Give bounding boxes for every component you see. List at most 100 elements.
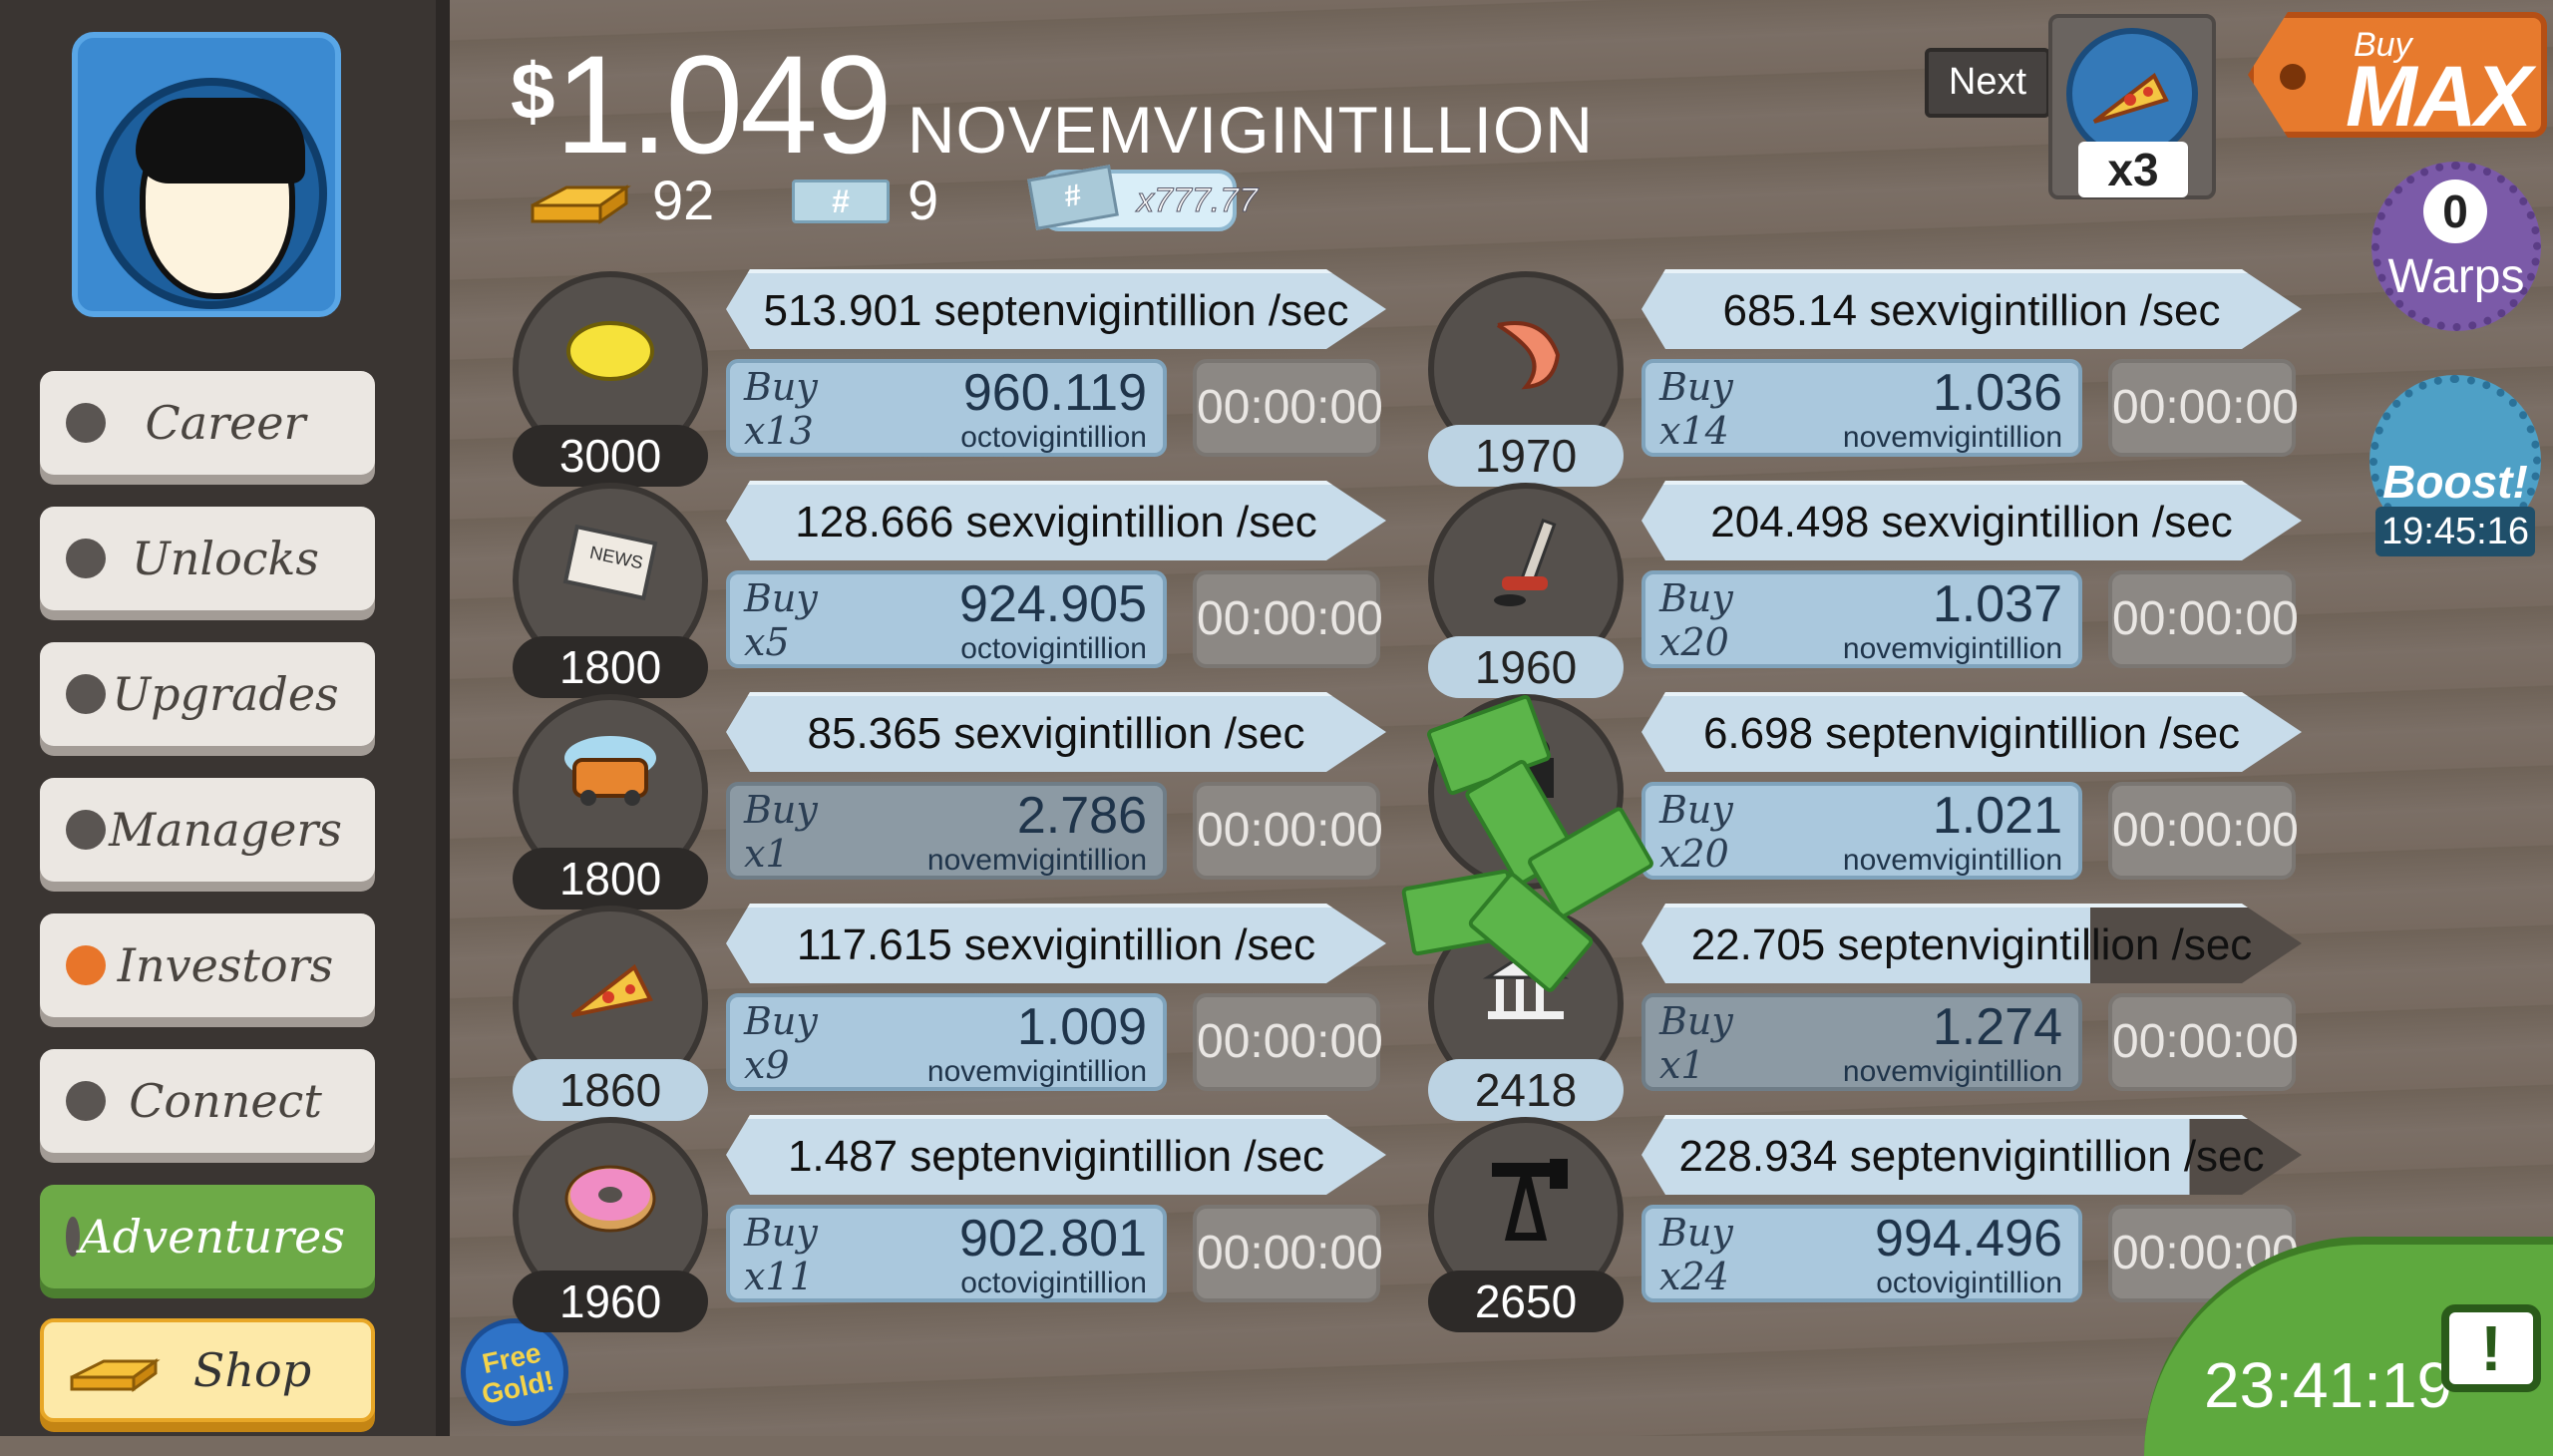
business-icon-button[interactable]: 2650 xyxy=(1428,1117,1624,1332)
ticket-multiplier: x777.77 xyxy=(1137,182,1259,220)
status-dot-icon xyxy=(66,1217,80,1257)
buy-cost-value: 1.021 xyxy=(1932,787,2062,845)
warps-badge[interactable]: 0 Warps xyxy=(2371,152,2541,333)
warps-count: 0 xyxy=(2423,180,2487,243)
buy-cost-value: 1.037 xyxy=(1932,575,2062,633)
business-timer: 00:00:00 xyxy=(2108,359,2299,457)
megabucks-icon: # xyxy=(792,180,890,223)
money-display: $1.049 NOVEMVIGINTILLION xyxy=(511,24,1594,185)
business-timer: 00:00:00 xyxy=(1193,993,1383,1091)
avatar[interactable] xyxy=(72,32,341,317)
business-buy-button[interactable]: Buy x20 1.021 novemvigintillion xyxy=(1641,782,2082,880)
nav-unlocks-button[interactable]: Unlocks xyxy=(40,507,375,610)
business-buy-button[interactable]: Buy x1 2.786 novemvigintillion xyxy=(726,782,1167,880)
nav-label: Managers xyxy=(109,803,342,857)
business-buy-button[interactable]: Buy x5 924.905 octovigintillion xyxy=(726,570,1167,668)
tv-ad-button[interactable]: ! xyxy=(2441,1304,2541,1392)
business-rate-text: 513.901 septenvigintillion /sec xyxy=(763,286,1349,335)
boost-badge[interactable]: Boost! 19:45:16 xyxy=(2366,375,2545,556)
nav-label: Connect xyxy=(129,1074,322,1128)
next-multiplier-button[interactable]: Next xyxy=(1925,48,2050,118)
buy-cost-unit: octovigintillion xyxy=(960,421,1147,454)
buy-label: Buy xyxy=(1659,788,1733,832)
multiplier-label: x3 xyxy=(2078,142,2188,197)
business-buy-button[interactable]: Buy x1 1.274 novemvigintillion xyxy=(1641,993,2082,1091)
buy-quantity: x20 xyxy=(1659,832,1729,876)
business-buy-button[interactable]: Buy x14 1.036 novemvigintillion xyxy=(1641,359,2082,457)
nav-label: Investors xyxy=(117,938,334,992)
status-dot-icon xyxy=(66,1081,106,1121)
business-icon-button[interactable]: 1860 xyxy=(513,906,708,1121)
business-rate-text: 685.14 sexvigintillion /sec xyxy=(1722,286,2221,335)
business-rate-banner: 117.615 sexvigintillion /sec xyxy=(726,904,1386,983)
business-owned-count: 1970 xyxy=(1428,425,1624,487)
nav-career-button[interactable]: Career xyxy=(40,371,375,475)
business-buy-button[interactable]: Buy x20 1.037 novemvigintillion xyxy=(1641,570,2082,668)
buy-multiplier-button[interactable]: x3 xyxy=(2048,14,2216,199)
status-dot-icon xyxy=(66,810,106,850)
business-rate-text: 204.498 sexvigintillion /sec xyxy=(1710,498,2233,546)
buy-quantity: x14 xyxy=(1659,409,1729,453)
business-buy-button[interactable]: Buy x11 902.801 octovigintillion xyxy=(726,1205,1167,1302)
buy-quantity: x5 xyxy=(744,620,790,664)
nav-label: Unlocks xyxy=(131,532,320,585)
buy-cost-value: 960.119 xyxy=(962,364,1147,422)
nav-investors-button[interactable]: Investors xyxy=(40,913,375,1017)
business-buy-button[interactable]: Buy x24 994.496 octovigintillion xyxy=(1641,1205,2082,1302)
buy-quantity: x11 xyxy=(744,1255,814,1298)
money-unit: NOVEMVIGINTILLION xyxy=(907,93,1594,167)
buy-quantity: x20 xyxy=(1659,620,1729,664)
pizza-icon xyxy=(570,963,653,1017)
status-dot-icon xyxy=(66,403,106,443)
buy-label: Buy xyxy=(1659,365,1733,409)
buy-label: Buy xyxy=(1659,576,1733,620)
buy-cost-value: 994.496 xyxy=(1875,1210,2062,1268)
buy-label: Buy xyxy=(744,999,818,1043)
business-rate-banner: 228.934 septenvigintillion /sec xyxy=(1641,1115,2302,1195)
buy-label: Buy xyxy=(744,788,818,832)
nav-connect-button[interactable]: Connect xyxy=(40,1049,375,1153)
business-timer: 00:00:00 xyxy=(1193,782,1383,880)
business-buy-button[interactable]: Buy x13 960.119 octovigintillion xyxy=(726,359,1167,457)
business-rate-text: 85.365 sexvigintillion /sec xyxy=(807,709,1305,758)
business-rate-text: 6.698 septenvigintillion /sec xyxy=(1702,709,2241,758)
buy-label: Buy xyxy=(744,1211,818,1255)
business-rate-banner: 85.365 sexvigintillion /sec xyxy=(726,692,1386,772)
money-value: 1.049 xyxy=(554,26,893,182)
buy-cost-value: 1.009 xyxy=(1016,998,1147,1056)
buy-label: Buy xyxy=(744,365,818,409)
buy-quantity: x13 xyxy=(744,409,814,453)
business-icon-button[interactable]: 1960 xyxy=(1428,483,1624,698)
nav-managers-button[interactable]: Managers xyxy=(40,778,375,882)
business-rate-text: 228.934 septenvigintillion /sec xyxy=(1678,1132,2265,1181)
business-icon-button[interactable]: 1800 xyxy=(513,694,708,910)
buy-max-button[interactable]: Buy MAX xyxy=(2248,12,2547,138)
business-rate-text: 1.487 septenvigintillion /sec xyxy=(787,1132,1325,1181)
business-rate-banner: 513.901 septenvigintillion /sec xyxy=(726,269,1386,349)
buy-cost-unit: novemvigintillion xyxy=(1842,844,2062,877)
nav-upgrades-button[interactable]: Upgrades xyxy=(40,642,375,746)
buy-cost-value: 924.905 xyxy=(959,575,1147,633)
buy-quantity: x9 xyxy=(744,1043,790,1087)
buy-cost-unit: novemvigintillion xyxy=(926,1055,1147,1088)
business-rate-banner: 22.705 septenvigintillion /sec xyxy=(1641,904,2302,983)
business-timer: 00:00:00 xyxy=(2108,993,2299,1091)
business-rate-banner: 204.498 sexvigintillion /sec xyxy=(1641,481,2302,560)
business-buy-button[interactable]: Buy x9 1.009 novemvigintillion xyxy=(726,993,1167,1091)
business-timer: 00:00:00 xyxy=(1193,359,1383,457)
business-icon-button[interactable]: 3000 xyxy=(513,271,708,487)
nav-label: Shop xyxy=(192,1343,312,1397)
buy-cost-unit: novemvigintillion xyxy=(926,844,1147,877)
pizza-icon xyxy=(2066,28,2198,160)
business-icon-button[interactable]: NEWS 1800 xyxy=(513,483,708,698)
shrimp-icon xyxy=(1496,321,1561,390)
hockey-stick-icon xyxy=(1494,518,1557,606)
business-icon-button[interactable]: 1970 xyxy=(1428,271,1624,487)
nav-adventures-button[interactable]: Adventures xyxy=(40,1185,375,1288)
business-owned-count: 2650 xyxy=(1428,1271,1624,1332)
business-owned-count: 2418 xyxy=(1428,1059,1624,1121)
buy-cost-value: 902.801 xyxy=(959,1210,1147,1268)
buy-cost-value: 1.274 xyxy=(1932,998,2062,1056)
nav-shop-button[interactable]: Shop xyxy=(40,1318,375,1422)
business-icon-button[interactable]: 1960 xyxy=(513,1117,708,1332)
